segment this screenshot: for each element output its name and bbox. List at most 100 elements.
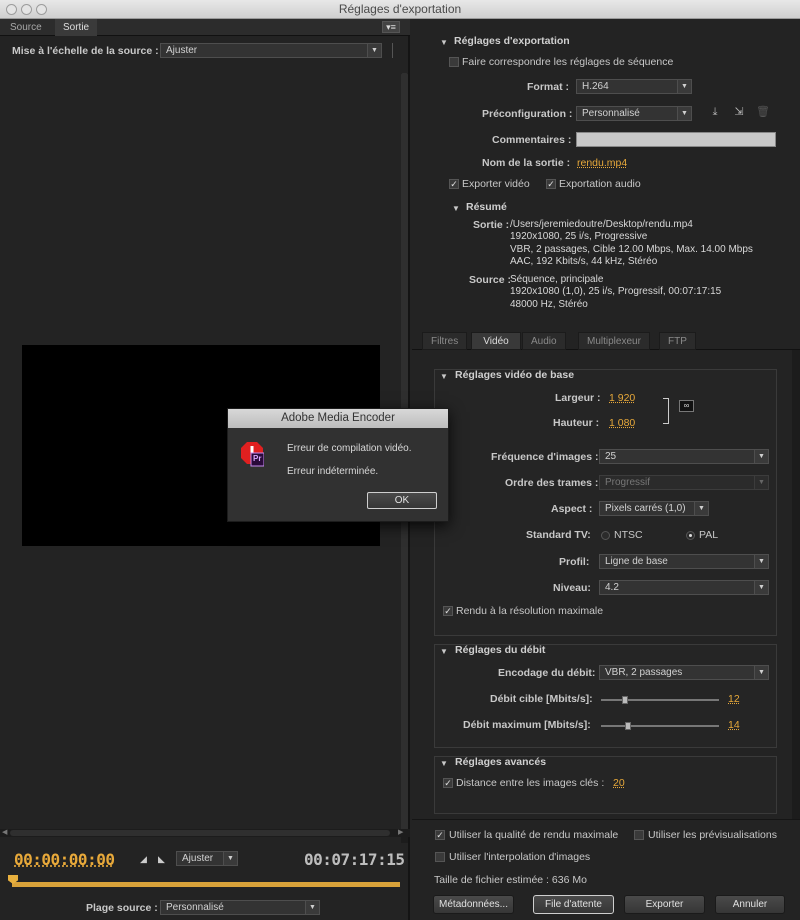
format-dropdown[interactable]: H.264 ▼ xyxy=(576,79,692,94)
chevron-down-icon: ▼ xyxy=(754,450,768,463)
target-bitrate-slider[interactable] xyxy=(601,696,719,704)
tab-multiplexer[interactable]: Multiplexeur xyxy=(578,332,650,350)
ntsc-radio[interactable] xyxy=(601,531,610,540)
max-bitrate-label: Débit maximum [Mbits/s]: xyxy=(463,719,591,731)
metadata-button[interactable]: Métadonnées... xyxy=(433,895,514,914)
collapse-triangle-icon[interactable]: ▼ xyxy=(440,38,448,47)
keyframe-distance-checkbox[interactable]: ✓ xyxy=(443,778,453,788)
max-bitrate-slider[interactable] xyxy=(601,722,719,730)
range-dropdown[interactable]: Personnalisé ▼ xyxy=(160,900,320,915)
bitrate-encoding-label: Encodage du débit: xyxy=(498,667,596,679)
import-preset-icon[interactable]: ⇲ xyxy=(732,106,746,118)
framerate-label: Fréquence d'images : xyxy=(491,451,599,463)
panel-menu-icon[interactable]: ▾≡ xyxy=(382,21,400,33)
pal-radio[interactable] xyxy=(686,531,695,540)
settings-scrollbar[interactable] xyxy=(792,350,800,820)
export-video-label: Exporter vidéo xyxy=(462,178,530,190)
collapse-triangle-icon[interactable]: ▼ xyxy=(440,759,448,768)
collapse-triangle-icon[interactable]: ▼ xyxy=(440,372,448,381)
scroll-left-icon[interactable]: ◀ xyxy=(2,828,7,836)
export-settings-title: Réglages d'exportation xyxy=(454,35,570,47)
zoom-value: Ajuster xyxy=(182,853,214,864)
timecode-in[interactable]: 00:00:00:00 xyxy=(14,850,115,869)
profile-value: Ligne de base xyxy=(605,556,668,567)
scale-label: Mise à l'échelle de la source : xyxy=(12,45,159,57)
preset-dropdown[interactable]: Personnalisé ▼ xyxy=(576,106,692,121)
slider-knob[interactable] xyxy=(621,696,628,704)
export-button[interactable]: Exporter xyxy=(624,895,705,914)
tab-filters[interactable]: Filtres xyxy=(422,332,468,350)
slider-knob[interactable] xyxy=(625,722,632,730)
close-window-button[interactable] xyxy=(6,4,17,15)
field-order-dropdown[interactable]: Progressif ▼ xyxy=(599,475,769,490)
zoom-window-button[interactable] xyxy=(36,4,47,15)
match-sequence-checkbox[interactable] xyxy=(449,57,459,67)
scroll-right-icon[interactable]: ▶ xyxy=(398,828,403,836)
estimated-filesize: Taille de fichier estimée : 636 Mo xyxy=(434,874,587,886)
profile-dropdown[interactable]: Ligne de base ▼ xyxy=(599,554,769,569)
set-in-point-icon[interactable]: ◢ xyxy=(140,854,147,865)
settings-panel: ▼ Réglages d'exportation Faire correspon… xyxy=(412,19,800,920)
target-bitrate-value[interactable]: 12 xyxy=(728,693,740,705)
summary-line: /Users/jeremiedoutre/Desktop/rendu.mp4 xyxy=(510,219,693,230)
tab-source[interactable]: Source xyxy=(2,19,50,36)
timeline-track[interactable] xyxy=(8,875,402,889)
queue-button[interactable]: File d'attente xyxy=(533,895,614,914)
level-dropdown[interactable]: 4.2 ▼ xyxy=(599,580,769,595)
tab-ftp[interactable]: FTP xyxy=(659,332,696,350)
collapse-triangle-icon[interactable]: ▼ xyxy=(440,647,448,656)
video-basic-group: ▼ Réglages vidéo de base Largeur : 1 920… xyxy=(434,369,777,636)
set-out-point-icon[interactable]: ◣ xyxy=(158,854,165,865)
minimize-window-button[interactable] xyxy=(21,4,32,15)
scrollbar-thumb[interactable] xyxy=(10,830,390,836)
summary-line: 1920x1080, 25 i/s, Progressive xyxy=(510,231,648,243)
comments-input[interactable] xyxy=(576,132,776,147)
framerate-dropdown[interactable]: 25 ▼ xyxy=(599,449,769,464)
aspect-label: Aspect : xyxy=(551,503,593,515)
bitrate-encoding-dropdown[interactable]: VBR, 2 passages ▼ xyxy=(599,665,769,680)
output-summary-label: Sortie : xyxy=(473,219,510,231)
interpolation-checkbox[interactable] xyxy=(435,852,445,862)
range-value: Personnalisé xyxy=(166,902,224,913)
chevron-down-icon: ▼ xyxy=(754,555,768,568)
level-value: 4.2 xyxy=(605,582,619,593)
keyframe-distance-label: Distance entre les images clés : xyxy=(456,777,605,789)
collapse-triangle-icon[interactable]: ▼ xyxy=(452,204,460,213)
cancel-button[interactable]: Annuler xyxy=(715,895,785,914)
ok-button[interactable]: OK xyxy=(367,492,437,509)
chain-link-icon[interactable]: ∞ xyxy=(679,400,694,412)
output-name-link[interactable]: rendu.mp4 xyxy=(577,157,627,169)
tab-video[interactable]: Vidéo xyxy=(471,332,521,350)
preset-label: Préconfiguration : xyxy=(482,108,573,120)
height-value[interactable]: 1 080 xyxy=(609,417,635,429)
preview-horizontal-scrollbar[interactable]: ◀ ▶ xyxy=(0,829,410,837)
keyframe-distance-value[interactable]: 20 xyxy=(613,777,625,789)
export-video-checkbox[interactable]: ✓ xyxy=(449,179,459,189)
summary-line: Séquence, principale xyxy=(510,274,604,285)
chevron-down-icon: ▼ xyxy=(223,852,237,865)
max-bitrate-value[interactable]: 14 xyxy=(728,719,740,731)
delete-preset-icon[interactable]: 🗑 xyxy=(756,106,770,118)
chevron-down-icon: ▼ xyxy=(754,581,768,594)
format-label: Format : xyxy=(527,81,569,93)
max-resolution-checkbox[interactable]: ✓ xyxy=(443,606,453,616)
max-quality-checkbox[interactable]: ✓ xyxy=(435,830,445,840)
zoom-dropdown[interactable]: Ajuster ▼ xyxy=(176,851,238,866)
ntsc-label: NTSC xyxy=(614,529,643,541)
scale-dropdown[interactable]: Ajuster ▼ xyxy=(160,43,382,58)
previews-checkbox[interactable] xyxy=(634,830,644,840)
aspect-dropdown[interactable]: Pixels carrés (1,0) ▼ xyxy=(599,501,709,516)
tab-output[interactable]: Sortie xyxy=(55,19,98,36)
preview-tabbar: Source Sortie ▾≡ xyxy=(0,19,410,36)
width-value[interactable]: 1 920 xyxy=(609,392,635,404)
profile-label: Profil: xyxy=(559,556,590,568)
source-range-bar[interactable] xyxy=(12,882,400,887)
summary-title: Résumé xyxy=(466,201,507,213)
aspect-value: Pixels carrés (1,0) xyxy=(605,503,686,514)
export-audio-checkbox[interactable]: ✓ xyxy=(546,179,556,189)
divider xyxy=(412,819,800,820)
save-preset-icon[interactable]: ⤓ xyxy=(708,106,722,118)
error-stop-icon: Pr xyxy=(240,441,265,467)
tab-audio[interactable]: Audio xyxy=(522,332,566,350)
source-summary-label: Source : xyxy=(469,274,512,286)
